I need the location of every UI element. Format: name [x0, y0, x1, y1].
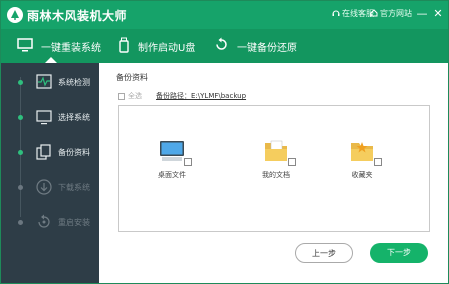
- copy-files-icon: [35, 143, 53, 161]
- step-select-system: 选择系统: [1, 102, 99, 132]
- close-button[interactable]: ✕: [431, 7, 445, 21]
- favorites-folder-icon: [348, 138, 382, 166]
- home-icon: [370, 8, 378, 19]
- next-step-button[interactable]: 下一步: [370, 243, 428, 263]
- select-all-checkbox[interactable]: [118, 92, 125, 100]
- item-checkbox[interactable]: [374, 158, 382, 166]
- step-backup-data: 备份资料: [1, 137, 99, 167]
- installer-window: 雨林木风装机大师 在线客服 官方网站 — ✕ 一键重装系统 制作启动U盘 一键备…: [0, 0, 449, 284]
- minimize-button[interactable]: —: [415, 7, 429, 21]
- usb-drive-icon: [118, 37, 130, 56]
- tab-backup-restore[interactable]: 一键备份还原: [214, 29, 297, 63]
- step-system-check: 系统检测: [1, 67, 99, 97]
- online-service-link[interactable]: 在线客服: [332, 8, 374, 19]
- backup-item-desktop[interactable]: 桌面文件: [147, 138, 197, 180]
- step-dot: [18, 115, 23, 120]
- step-download-system: 下载系统: [1, 172, 99, 202]
- restore-icon: [214, 37, 229, 55]
- top-nav: 一键重装系统 制作启动U盘 一键备份还原: [1, 29, 448, 63]
- title-bar: 雨林木风装机大师 在线客服 官方网站 — ✕: [1, 1, 448, 29]
- step-dot: [18, 80, 23, 85]
- item-checkbox[interactable]: [288, 158, 296, 166]
- item-checkbox[interactable]: [184, 158, 192, 166]
- reboot-icon: [35, 213, 53, 231]
- step-reboot-install: 重启安装: [1, 207, 99, 237]
- monitor-icon: [158, 138, 192, 166]
- backup-path-link[interactable]: 备份路径：E:\YLMF\backup: [156, 91, 246, 101]
- previous-step-button[interactable]: 上一步: [295, 243, 353, 263]
- documents-folder-icon: [262, 138, 296, 166]
- download-icon: [35, 178, 53, 196]
- path-row: 全选 备份路径：E:\YLMF\backup: [118, 91, 246, 101]
- monitor-icon: [35, 108, 53, 126]
- steps-sidebar: 系统检测 选择系统 备份资料 下载系统 重启安装: [1, 63, 99, 283]
- tab-reinstall-system[interactable]: 一键重装系统: [17, 29, 101, 63]
- tab-make-usb-boot[interactable]: 制作启动U盘: [118, 29, 195, 63]
- step-dot: [18, 150, 23, 155]
- backup-items-box: 桌面文件 我的文档 收藏夹: [118, 105, 430, 232]
- app-title: 雨林木风装机大师: [27, 9, 128, 23]
- app-logo-icon: [7, 7, 23, 23]
- step-dot: [18, 185, 23, 190]
- backup-item-documents[interactable]: 我的文档: [251, 138, 301, 180]
- pulse-monitor-icon: [35, 73, 53, 91]
- step-dot: [18, 220, 23, 225]
- monitor-icon: [17, 37, 33, 55]
- main-content: 备份资料 全选 备份路径：E:\YLMF\backup 桌面文件 我的文档 收藏…: [99, 63, 448, 283]
- backup-item-favorites[interactable]: 收藏夹: [337, 138, 387, 180]
- headset-icon: [332, 9, 340, 19]
- select-all-label: 全选: [128, 92, 142, 100]
- section-title: 备份资料: [116, 73, 148, 82]
- official-site-link[interactable]: 官方网站: [370, 8, 412, 19]
